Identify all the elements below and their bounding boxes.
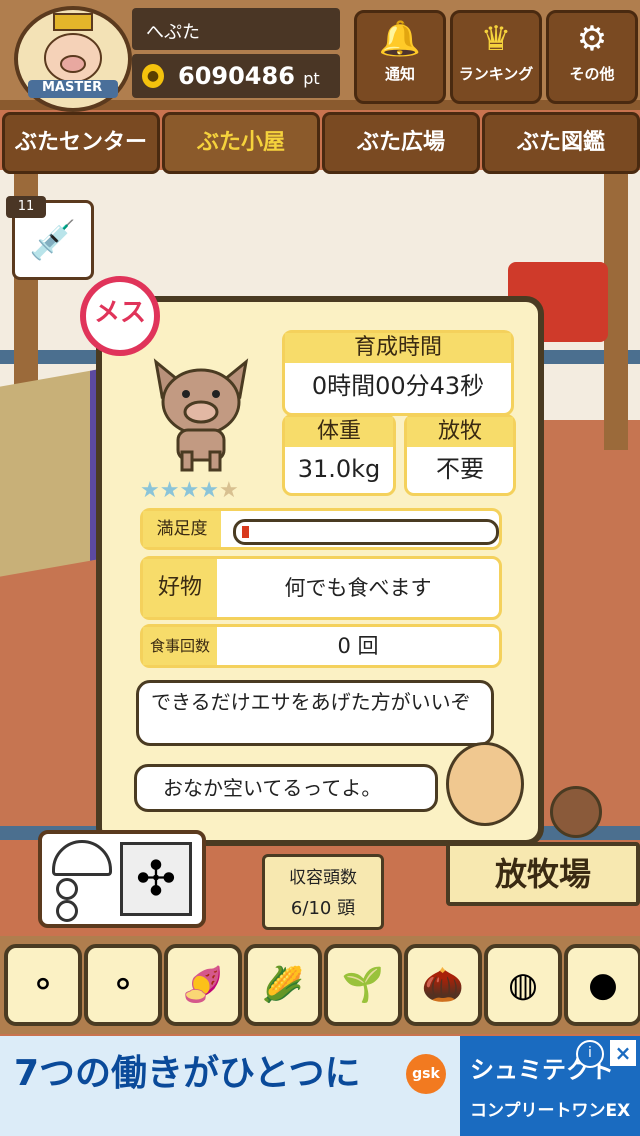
corn-plate-icon: ◍ (508, 965, 538, 1005)
sweet-potato-icon: 🍠 (181, 965, 225, 1005)
star-icon: ★ (179, 478, 200, 503)
tab-buta-hiroba[interactable]: ぶた広場 (322, 112, 480, 174)
acorn-icon: 🌰 (421, 965, 465, 1005)
ranch-button[interactable]: 放牧場 (446, 842, 640, 906)
notification-button[interactable]: 🔔 通知 (354, 10, 446, 104)
capacity-sign: 収容頭数 6/10 頭 (262, 854, 384, 930)
ad-left-panel: 7つの働きがひとつに gsk (0, 1036, 460, 1136)
growth-time-label: 育成時間 (285, 333, 511, 363)
grain-pile-icon: ⚬ (28, 965, 58, 1005)
favorite-value: 何でも食べます (284, 576, 432, 600)
growth-time-box: 育成時間 0時間00分43秒 (282, 330, 514, 416)
syringe-count: 11 (6, 196, 46, 218)
satisfaction-bar (233, 519, 499, 545)
speech-bubble-2: おなか空いてるってよ。 (134, 764, 438, 812)
username-box: へぷた (132, 8, 340, 50)
coin-icon: ● (142, 64, 164, 88)
food-item-grain[interactable]: ⚬ (4, 944, 82, 1026)
capacity-label: 収容頭数 (289, 868, 357, 888)
capacity-value: 6/10 頭 (290, 898, 356, 919)
master-badge[interactable]: MASTER (14, 6, 132, 112)
graze-box: 放牧 不要 (404, 414, 516, 496)
control-panel[interactable]: ✣ (38, 830, 206, 928)
favorite-row: 好物 何でも食べます (140, 556, 502, 620)
star-icon: ★ (199, 478, 219, 503)
satisfaction-label: 満足度 (143, 511, 221, 547)
ad-headline: 7つの働きがひとつに (14, 1053, 361, 1094)
food-item-meatball-plate[interactable]: ● (564, 944, 640, 1026)
food-item-corn-plate[interactable]: ◍ (484, 944, 562, 1026)
farmer-avatar-icon (446, 742, 524, 826)
points-value: 6090486 pt (178, 62, 320, 90)
corn-icon: 🌽 (261, 965, 305, 1005)
seed-pile-icon: ⚬ (108, 965, 138, 1005)
star-icon: ★ (159, 478, 180, 503)
meals-value: 0 回 (337, 634, 379, 658)
star-icon: ★ (140, 478, 160, 503)
weight-label: 体重 (285, 417, 393, 447)
graze-label: 放牧 (407, 417, 513, 447)
speech-bubble-1: できるだけエサをあげた方がいいぞ (136, 680, 494, 746)
hay-bed (0, 369, 98, 577)
food-item-acorn[interactable]: 🌰 (404, 944, 482, 1026)
food-item-seeds[interactable]: ⚬ (84, 944, 162, 1026)
weight-box: 体重 31.0kg (282, 414, 396, 496)
female-badge: メス (80, 276, 160, 356)
fan-icon[interactable]: ✣ (120, 842, 192, 916)
syringe-icon: 💉 (29, 218, 77, 262)
other-button[interactable]: ⚙ その他 (546, 10, 638, 104)
points-unit: pt (303, 69, 320, 88)
food-item-corn[interactable]: 🌽 (244, 944, 322, 1026)
other-label: その他 (569, 65, 615, 83)
gear-icon: ⚙ (576, 19, 608, 59)
satisfaction-fill (242, 526, 249, 538)
food-item-beans[interactable]: 🌱 (324, 944, 402, 1026)
ranking-button[interactable]: ♛ ランキング (450, 10, 542, 104)
bell-icon: 🔔 (378, 19, 422, 59)
crown-icon: ♛ (480, 19, 512, 59)
weight-value: 31.0kg (297, 455, 381, 483)
pig-icon (153, 358, 249, 472)
tab-buta-center[interactable]: ぶたセンター (2, 112, 160, 174)
ad-banner[interactable]: 7つの働きがひとつに gsk シュミテクト コンプリートワンEX i × (0, 1036, 640, 1136)
dial-icon-2 (56, 900, 78, 922)
gauge-icon (52, 840, 112, 876)
badge-label: MASTER (42, 80, 103, 95)
gsk-logo: gsk (406, 1054, 446, 1094)
points-box: ● 6090486 pt (132, 54, 340, 98)
ad-product: コンプリートワンEX (470, 1101, 631, 1121)
graze-value: 不要 (436, 455, 484, 483)
ranking-label: ランキング (458, 65, 534, 83)
food-item-sweet-potato[interactable]: 🍠 (164, 944, 242, 1026)
tab-buta-zukan[interactable]: ぶた図鑑 (482, 112, 640, 174)
meatball-plate-icon: ● (588, 965, 618, 1005)
sparrow-icon (550, 786, 602, 838)
meals-label: 食事回数 (143, 627, 217, 665)
username: へぷた (146, 22, 200, 43)
beans-icon: 🌱 (341, 965, 385, 1005)
growth-time-value: 0時間00分43秒 (311, 372, 485, 400)
notification-label: 通知 (384, 65, 415, 83)
star-rating: ★★★★★ (140, 478, 239, 503)
meals-row: 食事回数 0 回 (140, 624, 502, 668)
satisfaction-row: 満足度 (140, 508, 502, 550)
tab-buta-koya[interactable]: ぶた小屋 (162, 112, 320, 174)
ad-close-icon[interactable]: × (610, 1040, 636, 1066)
ad-info-icon[interactable]: i (576, 1040, 604, 1068)
star-empty-icon: ★ (218, 478, 239, 503)
favorite-label: 好物 (143, 559, 217, 617)
dial-icon (56, 878, 78, 900)
